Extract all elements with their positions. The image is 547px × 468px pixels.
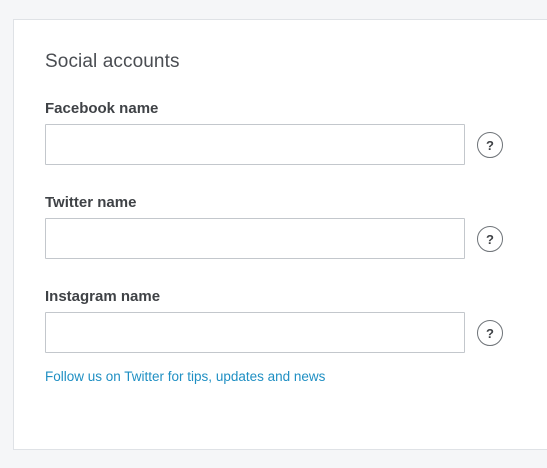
facebook-name-label: Facebook name <box>45 100 159 117</box>
follow-twitter-link[interactable]: Follow us on Twitter for tips, updates a… <box>45 369 325 384</box>
facebook-name-input[interactable] <box>45 124 465 165</box>
twitter-help-icon[interactable]: ? <box>477 226 503 252</box>
facebook-help-icon[interactable]: ? <box>477 132 503 158</box>
twitter-name-label: Twitter name <box>45 194 137 211</box>
social-accounts-card: Social accounts Facebook name ? Twitter … <box>13 19 547 450</box>
instagram-name-input[interactable] <box>45 312 465 353</box>
section-title: Social accounts <box>45 51 180 72</box>
instagram-name-label: Instagram name <box>45 288 161 305</box>
twitter-name-input[interactable] <box>45 218 465 259</box>
instagram-help-icon[interactable]: ? <box>477 320 503 346</box>
